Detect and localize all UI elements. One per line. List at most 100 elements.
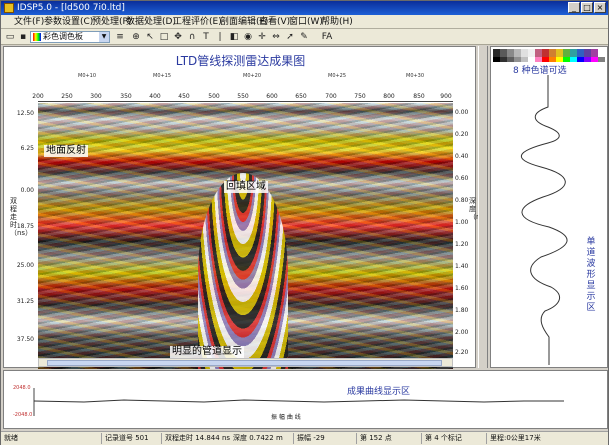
palette-combo[interactable]: 彩色调色板 ▼ bbox=[30, 31, 110, 43]
right-axis-title: 深度（m） bbox=[469, 197, 490, 221]
hyperbola-icon[interactable]: ∩ bbox=[186, 31, 198, 43]
title-bar: IDSP5.0 - [ld500 7i0.ltd] _ □ × bbox=[1, 1, 608, 15]
right-axis-tick: 1.80 bbox=[455, 307, 469, 314]
zoom-in-icon[interactable]: ⊕ bbox=[130, 31, 142, 43]
maximize-button[interactable]: □ bbox=[581, 2, 593, 13]
save-icon[interactable]: ▪ bbox=[17, 31, 29, 43]
right-axis-tick: 2.20 bbox=[455, 349, 469, 356]
distance-tick: 700 bbox=[325, 93, 337, 100]
palette-swatch-icon bbox=[33, 33, 41, 41]
menu-file[interactable]: 文件(F) bbox=[14, 16, 44, 28]
mark-label: M0+15 bbox=[153, 73, 172, 79]
arrow-icon[interactable]: ➚ bbox=[284, 31, 296, 43]
vertical-splitter[interactable] bbox=[478, 46, 488, 368]
right-axis-tick: 1.20 bbox=[455, 241, 469, 248]
waveform-panel: 8 种色谱可选 单道波形显示区 bbox=[490, 46, 608, 368]
right-axis-tick: 0.60 bbox=[455, 175, 469, 182]
window-title: IDSP5.0 - [ld500 7i0.ltd] bbox=[17, 3, 125, 13]
left-axis-tick: 6.25 bbox=[20, 145, 34, 152]
app-icon bbox=[4, 3, 14, 13]
toolbar: ▭ ▪ 彩色调色板 ▼ ≡ ⊕ ↖ □ ✥ ∩ T | ◧ ◉ ✛ ⇔ ➚ ✎ … bbox=[1, 29, 608, 45]
crosshair-icon[interactable]: ✛ bbox=[256, 31, 268, 43]
distance-tick: 300 bbox=[90, 93, 102, 100]
distance-tick: 450 bbox=[178, 93, 190, 100]
menu-window[interactable]: 窗口(W) bbox=[289, 16, 323, 28]
distance-tick: 750 bbox=[354, 93, 366, 100]
left-axis-tick: 31.25 bbox=[16, 298, 34, 305]
mark-label: M0+10 bbox=[78, 73, 97, 79]
menu-params[interactable]: 参数设置(C) bbox=[44, 16, 93, 28]
distance-tick: 650 bbox=[295, 93, 307, 100]
left-axis-title: 双程走时（ns） bbox=[10, 197, 33, 237]
right-axis-tick: 1.60 bbox=[455, 285, 469, 292]
document-title: LTD管线探测雷达成果图 bbox=[175, 54, 306, 68]
right-axis-tick: 2.00 bbox=[455, 329, 469, 336]
left-axis-tick: 12.50 bbox=[16, 110, 34, 117]
mark-label: M0+30 bbox=[406, 73, 425, 79]
distance-tick: 350 bbox=[120, 93, 132, 100]
open-icon[interactable]: ▭ bbox=[4, 31, 16, 43]
distance-tick: 550 bbox=[237, 93, 249, 100]
pipe-hyperbola bbox=[198, 173, 288, 369]
status-divider bbox=[421, 433, 422, 444]
pipe-display-label: 明显的管道显示 bbox=[170, 346, 244, 358]
rectangle-icon[interactable]: □ bbox=[158, 31, 170, 43]
status-amplitude: 振幅 -29 bbox=[297, 434, 325, 442]
status-depth: 深度 0.7422 m bbox=[233, 434, 283, 442]
curve-x-label: 振 幅 曲 线 bbox=[271, 414, 301, 421]
distance-tick: 850 bbox=[413, 93, 425, 100]
line-icon[interactable]: | bbox=[214, 31, 226, 43]
color-picker-icon[interactable]: ◧ bbox=[228, 31, 240, 43]
menu-view[interactable]: 查看(V) bbox=[259, 16, 290, 28]
distance-tick: 800 bbox=[383, 93, 395, 100]
right-axis-tick: 0.20 bbox=[455, 131, 469, 138]
chevron-down-icon[interactable]: ▼ bbox=[99, 32, 109, 42]
status-record: 第 152 点 bbox=[360, 434, 392, 442]
amplitude-curve bbox=[33, 388, 564, 416]
close-button[interactable]: × bbox=[594, 2, 606, 13]
menu-help[interactable]: 帮助(H) bbox=[321, 16, 353, 28]
pointer-icon[interactable]: ↖ bbox=[144, 31, 156, 43]
text-tool-icon[interactable]: T bbox=[200, 31, 212, 43]
right-axis-tick: 0.40 bbox=[455, 153, 469, 160]
waveform-area-label: 单道波形显示区 bbox=[586, 237, 596, 313]
distance-tick: 400 bbox=[149, 93, 161, 100]
right-axis-tick: 1.40 bbox=[455, 263, 469, 270]
status-twt: 双程走时 14.844 ns bbox=[165, 434, 231, 442]
distance-tick: 200 bbox=[32, 93, 44, 100]
profile-document: LTD管线探测雷达成果图 M0+10 M0+15 M0+20 M0+25 M0+… bbox=[3, 46, 490, 369]
status-divider bbox=[101, 433, 102, 444]
surface-reflection-label: 地面反射 bbox=[44, 145, 88, 157]
minimize-button[interactable]: _ bbox=[568, 2, 580, 13]
status-divider bbox=[486, 433, 487, 444]
spacing-icon[interactable]: ⇔ bbox=[270, 31, 282, 43]
menu-bar: 文件(F) 参数设置(C) 预处理(P) 数据处理(D) 工程评价(E) 剖面编… bbox=[1, 15, 608, 29]
pipe-icon[interactable]: ◉ bbox=[242, 31, 254, 43]
status-divider bbox=[161, 433, 162, 444]
mark-label: M0+25 bbox=[328, 73, 347, 79]
backfill-zone-label: 回填区域 bbox=[224, 181, 268, 193]
menu-evaluation[interactable]: 工程评价(E) bbox=[173, 16, 222, 28]
distance-tick: 900 bbox=[440, 93, 452, 100]
status-divider bbox=[293, 433, 294, 444]
radar-profile-image[interactable]: 地面反射 回填区域 明显的管道显示 bbox=[38, 103, 453, 369]
status-ready: 就绪 bbox=[4, 434, 18, 442]
grid-icon[interactable]: ≡ bbox=[114, 31, 126, 43]
single-trace-waveform bbox=[520, 75, 568, 365]
pen-icon[interactable]: ✎ bbox=[298, 31, 310, 43]
app-window: IDSP5.0 - [ld500 7i0.ltd] _ □ × 文件(F) 参数… bbox=[0, 0, 609, 445]
distance-ruler: 200 250 300 350 400 450 500 550 600 650 … bbox=[32, 93, 453, 102]
status-trace: 记录道号 501 bbox=[105, 434, 149, 442]
mark-label: M0+20 bbox=[243, 73, 262, 79]
right-axis-tick: 0.00 bbox=[455, 109, 469, 116]
menu-data-process[interactable]: 数据处理(D) bbox=[126, 16, 176, 28]
status-marker: 第 4 个标记 bbox=[425, 434, 462, 442]
horizontal-scrollbar[interactable] bbox=[38, 358, 453, 367]
palette-combo-value: 彩色调色板 bbox=[43, 32, 83, 41]
left-axis-tick: 25.00 bbox=[16, 262, 34, 269]
fa-button[interactable]: FA bbox=[319, 31, 335, 43]
left-axis-tick: 0.00 bbox=[20, 187, 34, 194]
move-icon[interactable]: ✥ bbox=[172, 31, 184, 43]
scrollbar-thumb[interactable] bbox=[47, 360, 442, 366]
mark-row: M0+10 M0+15 M0+20 M0+25 M0+30 bbox=[38, 73, 453, 81]
